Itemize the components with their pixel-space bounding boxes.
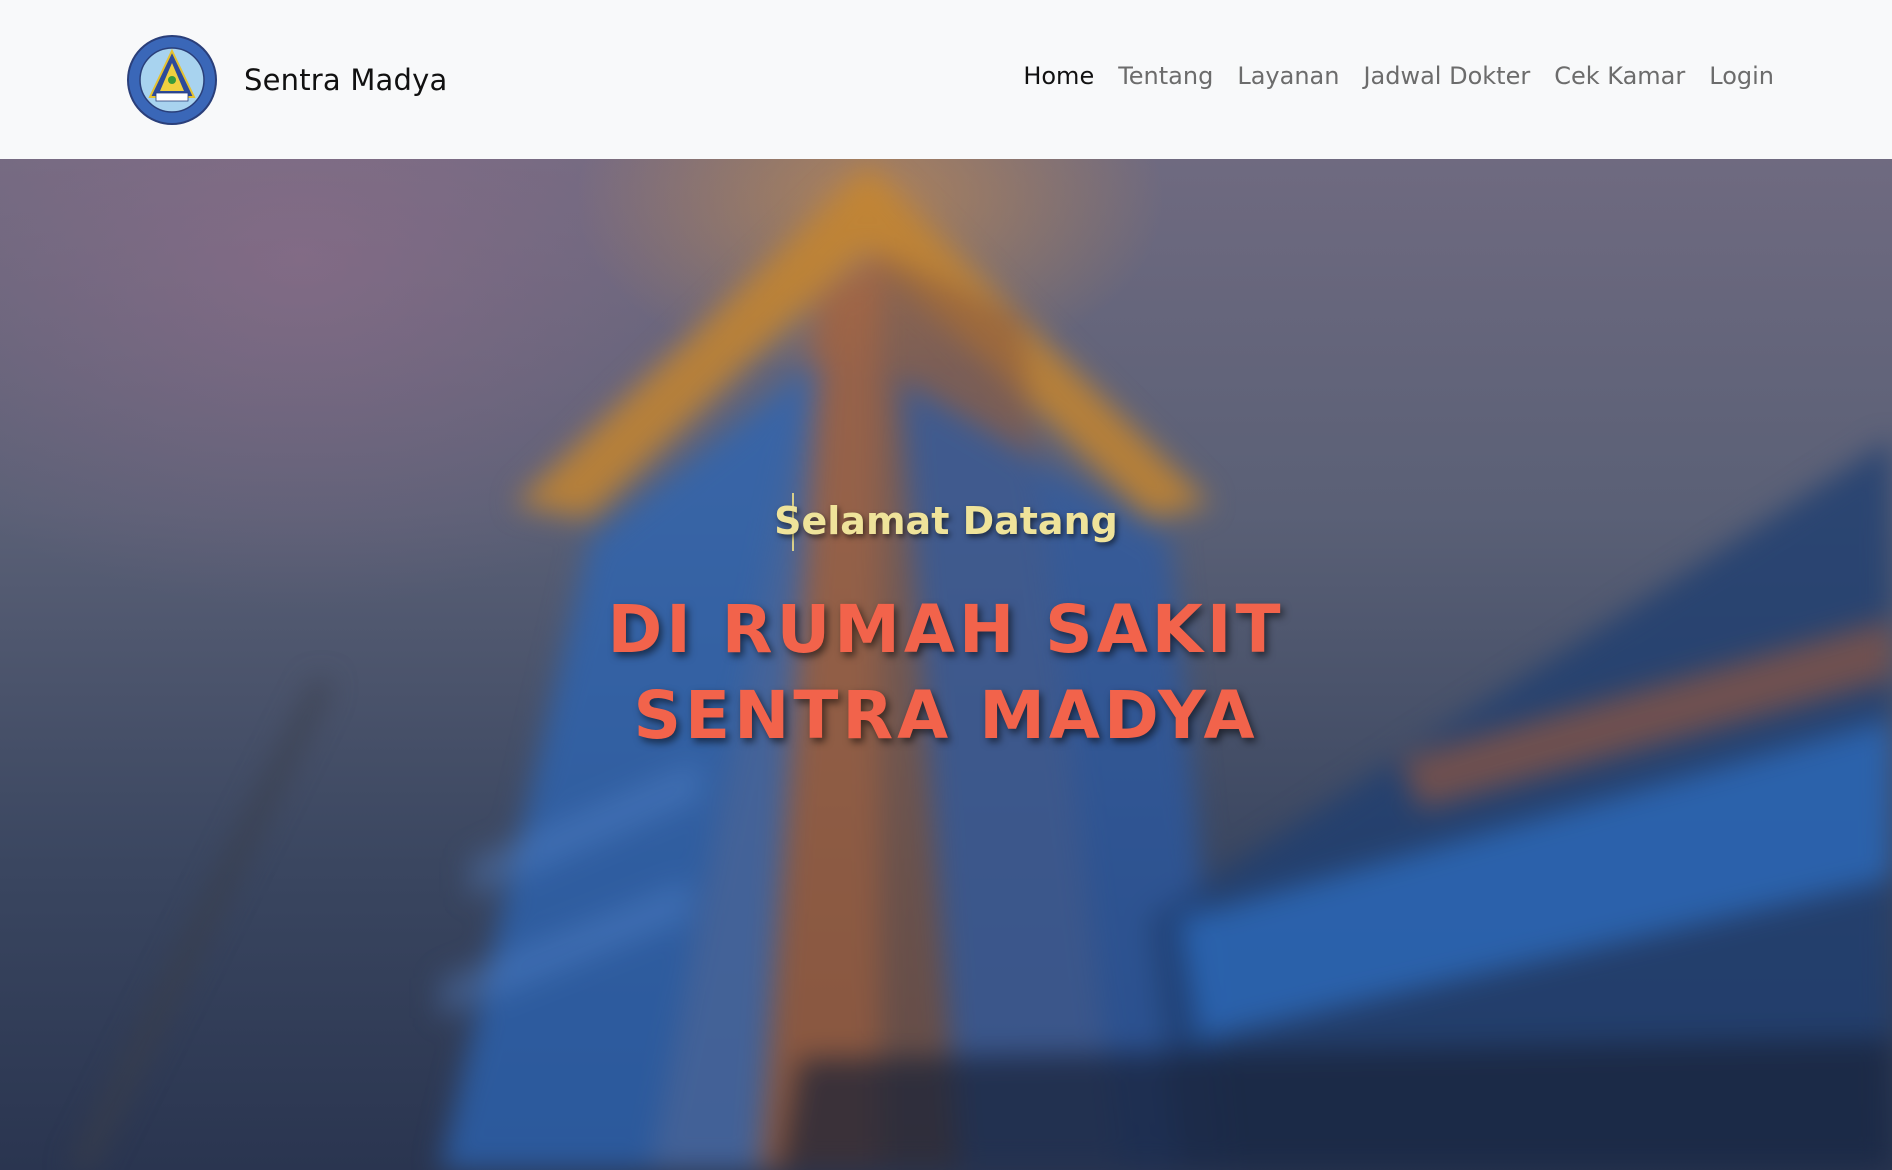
nav-link-layanan[interactable]: Layanan — [1237, 62, 1339, 90]
nav-link-home[interactable]: Home — [1023, 62, 1094, 90]
nav-link-login[interactable]: Login — [1709, 62, 1774, 90]
hero-headline-line-1: DI RUMAH SAKIT — [607, 591, 1285, 668]
nav-menu: Home Tentang Layanan Jadwal Dokter Cek K… — [999, 62, 1774, 90]
navbar: Sentra Madya Home Tentang Layanan Jadwal… — [0, 0, 1892, 159]
brand-link[interactable]: Sentra Madya — [126, 33, 447, 127]
hero-welcome-text: Selamat Datang — [774, 499, 1118, 543]
hero-headline: DI RUMAH SAKIT SENTRA MADYA — [0, 587, 1892, 759]
nav-link-jadwal-dokter[interactable]: Jadwal Dokter — [1363, 62, 1530, 90]
nav-link-cek-kamar[interactable]: Cek Kamar — [1554, 62, 1685, 90]
hero-section: Selamat Datang DI RUMAH SAKIT SENTRA MAD… — [0, 159, 1892, 1170]
school-emblem-logo — [127, 35, 217, 125]
hero-headline-line-2: SENTRA MADYA — [633, 677, 1259, 754]
hero-content: Selamat Datang DI RUMAH SAKIT SENTRA MAD… — [0, 159, 1892, 1170]
brand-name: Sentra Madya — [244, 63, 448, 97]
nav-link-tentang[interactable]: Tentang — [1118, 62, 1213, 90]
